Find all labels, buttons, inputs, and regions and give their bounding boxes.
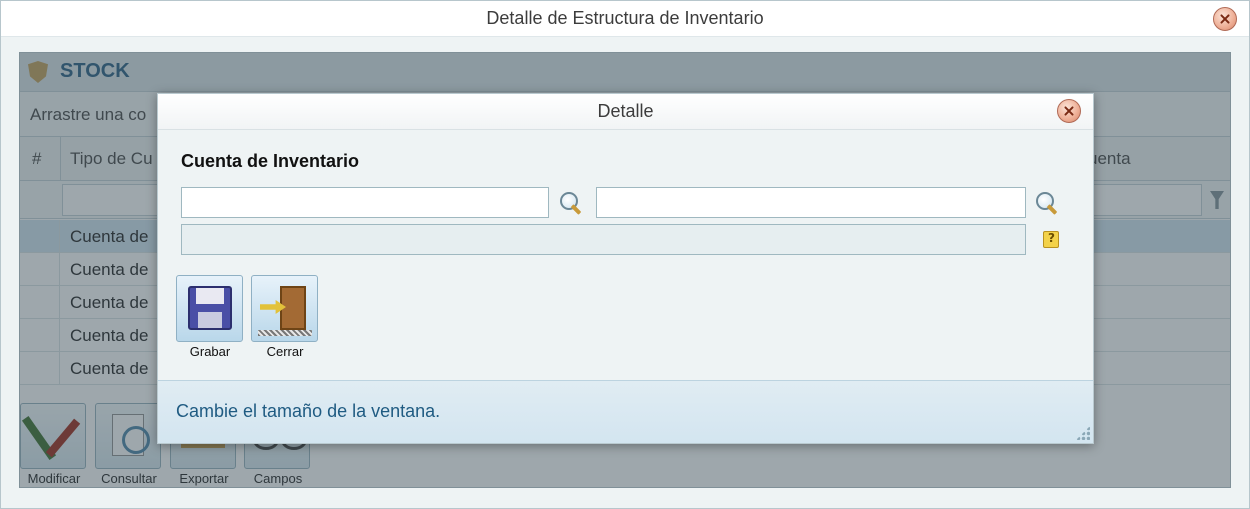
account-code-input[interactable] [181, 187, 549, 218]
save-label: Grabar [189, 344, 231, 359]
search-name-icon[interactable] [1036, 192, 1058, 214]
window-title: Detalle de Estructura de Inventario [486, 8, 764, 28]
exit-door-icon [251, 275, 318, 342]
resize-grip-icon[interactable] [1076, 426, 1090, 440]
window-close-icon[interactable] [1213, 7, 1237, 31]
detail-dialog: Detalle Cuenta de Inventario Grabar Cerr… [157, 93, 1094, 444]
dialog-close-icon[interactable] [1057, 99, 1081, 123]
section-title: Cuenta de Inventario [181, 151, 360, 171]
search-code-icon[interactable] [560, 192, 582, 214]
dialog-body: Cuenta de Inventario Grabar Cerrar [158, 130, 1093, 380]
close-button[interactable]: Cerrar [251, 275, 319, 359]
dialog-footer: Cambie el tamaño de la ventana. [158, 380, 1093, 443]
help-note-icon[interactable] [1043, 231, 1059, 248]
close-label: Cerrar [266, 344, 304, 359]
save-button[interactable]: Grabar [176, 275, 244, 359]
account-name-input[interactable] [596, 187, 1026, 218]
footer-message: Cambie el tamaño de la ventana. [176, 401, 441, 421]
floppy-disk-icon [176, 275, 243, 342]
account-description-field [181, 224, 1026, 255]
window-titlebar: Detalle de Estructura de Inventario [1, 1, 1249, 37]
dialog-titlebar[interactable]: Detalle [158, 94, 1093, 130]
dialog-title: Detalle [597, 101, 654, 121]
